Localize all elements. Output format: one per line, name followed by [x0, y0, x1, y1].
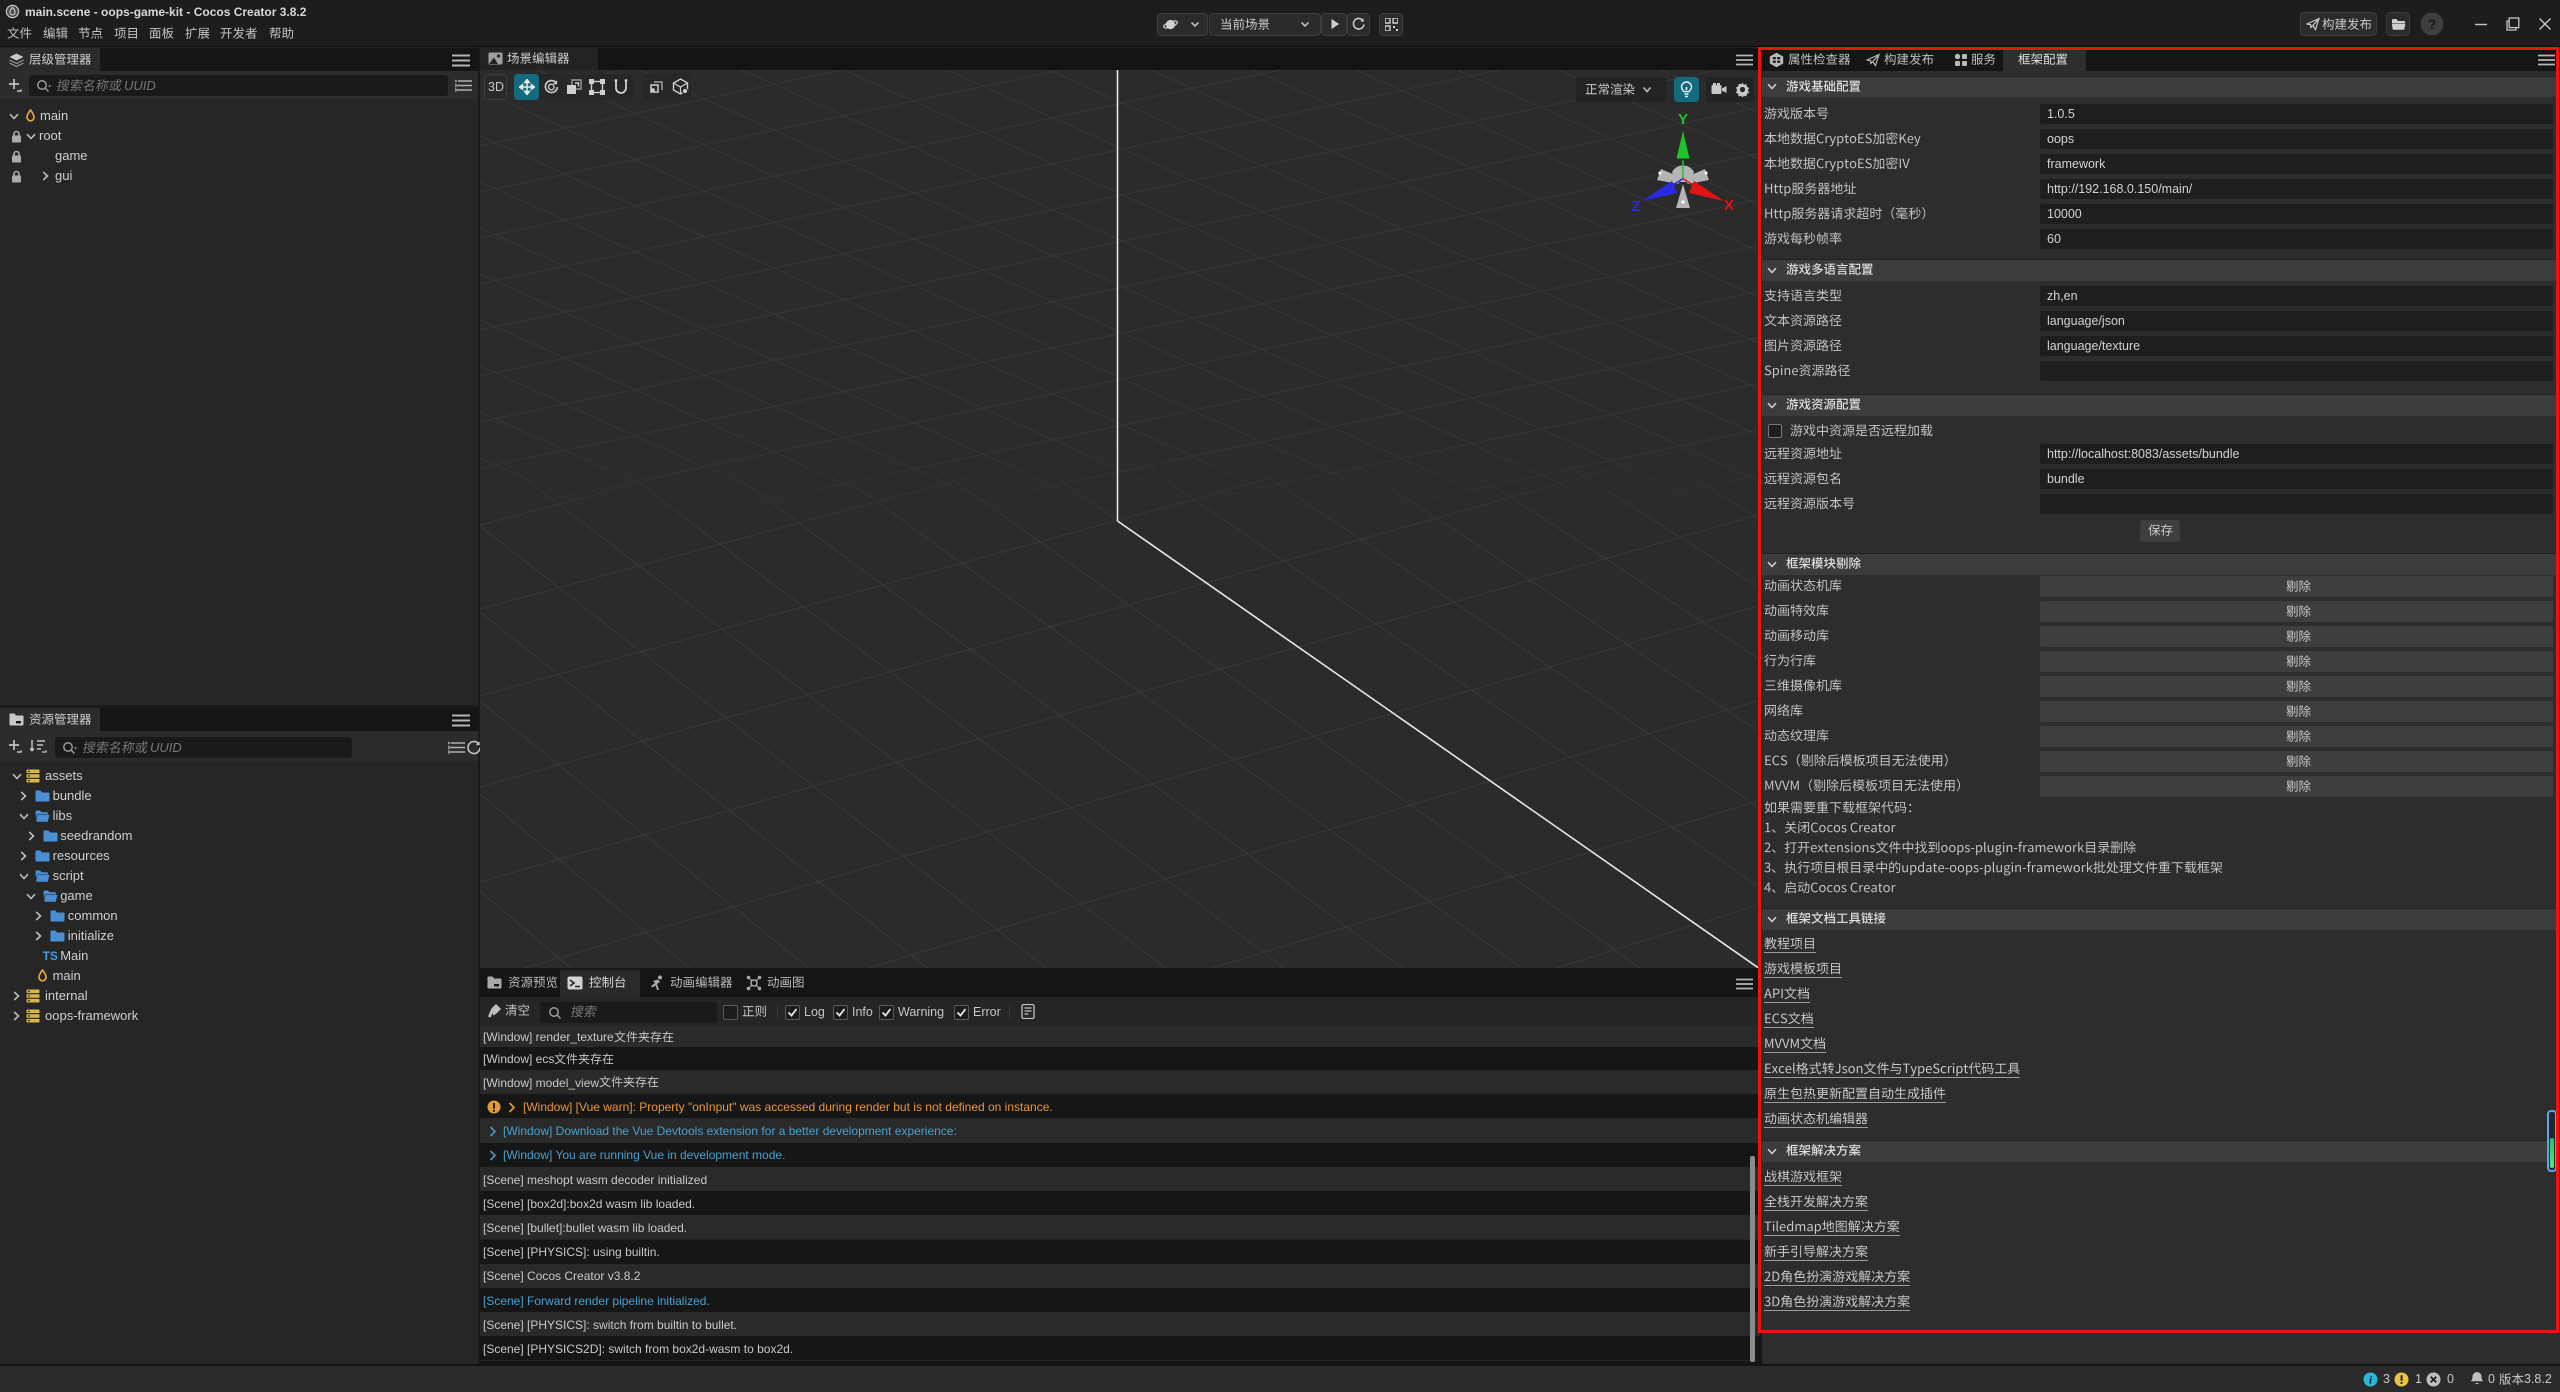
svg-text:Y: Y: [1678, 111, 1688, 128]
svg-text:X: X: [1724, 197, 1734, 214]
svg-text:Z: Z: [1631, 198, 1640, 215]
